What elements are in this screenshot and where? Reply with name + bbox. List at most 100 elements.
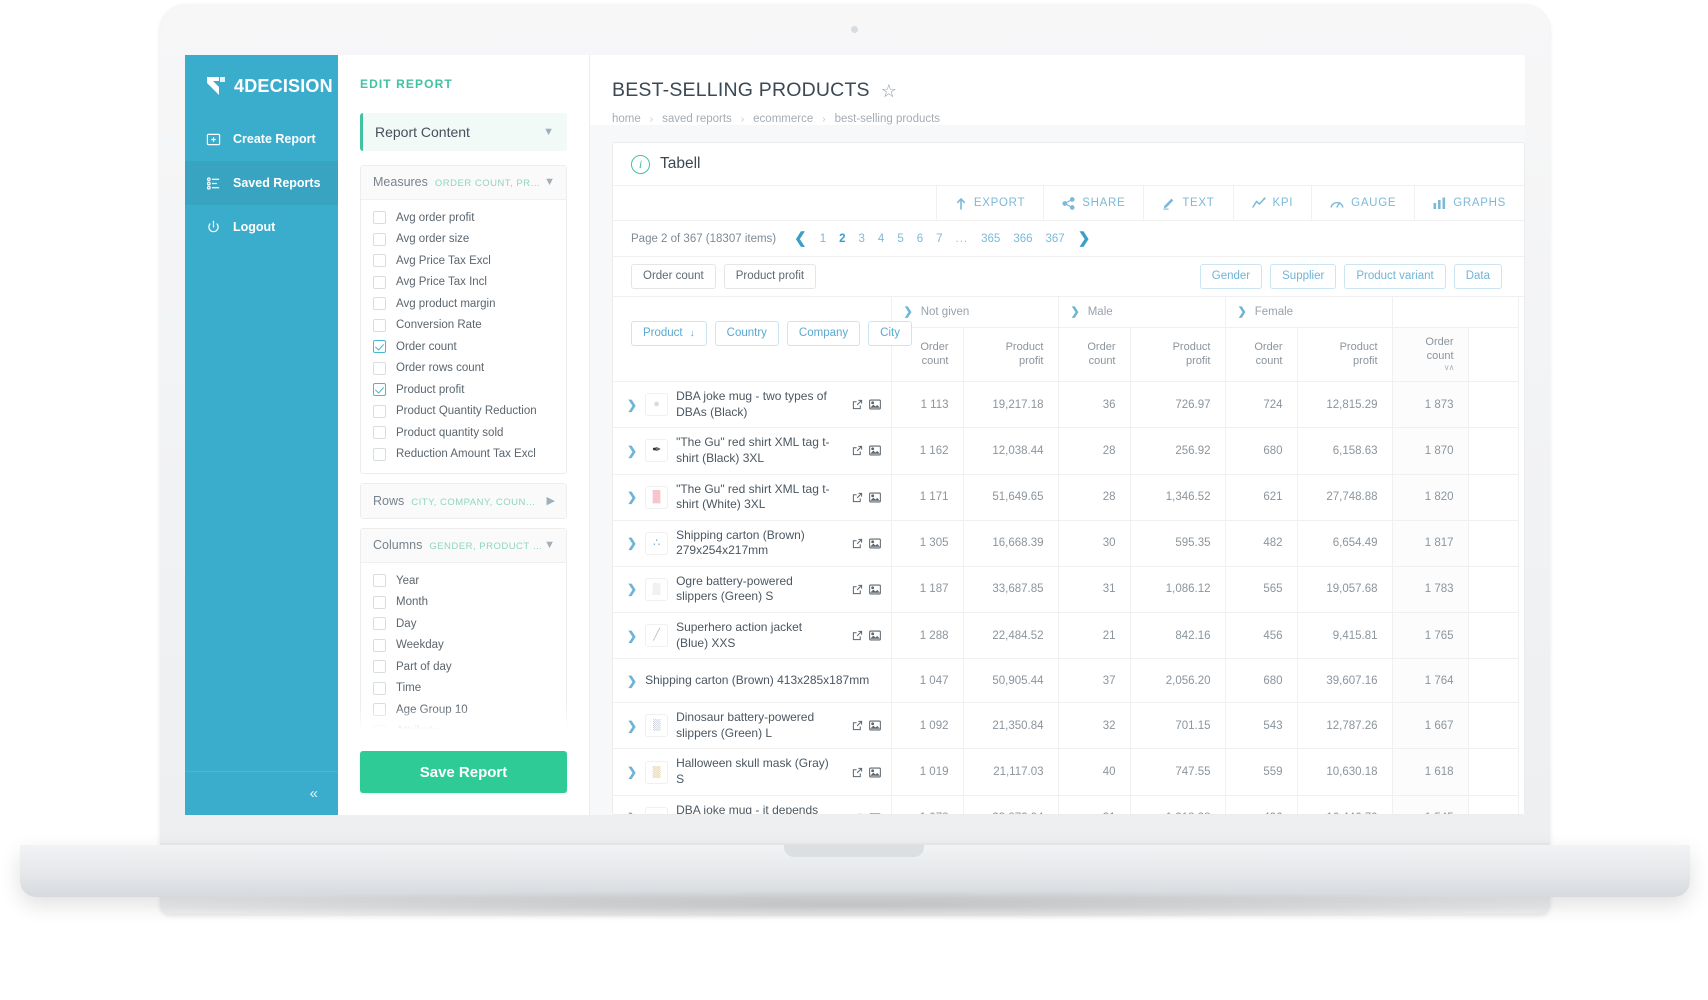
info-circle-icon[interactable]: i	[631, 154, 650, 174]
text-button[interactable]: TEXT	[1143, 186, 1232, 221]
graphs-button[interactable]: GRAPHS	[1414, 186, 1524, 221]
image-icon[interactable]	[868, 630, 881, 641]
pagination-page[interactable]: 5	[897, 233, 903, 245]
editor-scroll-area[interactable]: Report Content ▼ Measures ORDER COUNT, P…	[338, 112, 589, 737]
brand-logo[interactable]: 4DECISION	[185, 55, 338, 117]
chip-order-count[interactable]: Order count	[631, 263, 716, 289]
checkbox-icon[interactable]	[373, 404, 386, 418]
checkbox-icon[interactable]	[373, 617, 386, 631]
chip-product-profit[interactable]: Product profit	[723, 263, 817, 289]
checkbox-icon[interactable]	[373, 275, 386, 289]
chevron-right-icon[interactable]: ❯	[627, 674, 637, 688]
checkbox-row[interactable]: Age Group 10	[361, 699, 566, 721]
checkbox-icon[interactable]	[373, 211, 386, 225]
product-cell[interactable]: ❯ ╱ Superhero action jacket (Blue) XXS	[613, 612, 892, 660]
checkbox-row[interactable]: Part of day	[361, 656, 566, 678]
image-icon[interactable]	[868, 445, 881, 456]
external-link-icon[interactable]	[852, 630, 863, 641]
data-table-wrapper[interactable]: Product ↓ Country Company City ❯ Not giv…	[613, 296, 1524, 814]
row-actions[interactable]	[844, 492, 881, 503]
subheader-product-profit[interactable]: Product profit	[1297, 327, 1393, 383]
row-actions[interactable]	[844, 720, 881, 731]
checkbox-row[interactable]: Avg order profit	[361, 207, 566, 229]
image-icon[interactable]	[868, 492, 881, 503]
checkbox-row[interactable]: Product Quantity Reduction	[361, 400, 566, 422]
checkbox-icon[interactable]	[373, 297, 386, 311]
image-icon[interactable]	[868, 767, 881, 778]
chip-data[interactable]: Data	[1453, 263, 1502, 289]
table-row[interactable]: ❯ ✒ "The Gu" red shirt XML tag t-shirt (…	[613, 427, 1519, 475]
checkbox-icon[interactable]	[373, 681, 386, 695]
chevron-right-icon[interactable]: ❯	[627, 398, 637, 412]
checkbox-row[interactable]: Product quantity sold	[361, 422, 566, 444]
product-cell[interactable]: ❯ ∴ Shipping carton (Brown) 279x254x217m…	[613, 520, 892, 567]
table-row[interactable]: ❯ ● DBA joke mug - two types of DBAs (Bl…	[613, 381, 1519, 429]
pagination-page-current[interactable]: 2	[839, 233, 845, 245]
table-row[interactable]: ❯ ▒ Halloween skull mask (Gray) S 1 019 …	[613, 748, 1519, 796]
checkbox-row[interactable]: Year	[361, 570, 566, 592]
breadcrumb-item-ecommerce[interactable]: ecommerce	[753, 113, 813, 125]
star-outline-icon[interactable]: ☆	[881, 82, 897, 100]
row-actions[interactable]	[844, 584, 881, 595]
checkbox-row[interactable]: Time	[361, 677, 566, 699]
external-link-icon[interactable]	[852, 445, 863, 456]
external-link-icon[interactable]	[852, 813, 863, 814]
checkbox-icon[interactable]	[373, 703, 386, 717]
table-row[interactable]: ❯ ∴ Shipping carton (Brown) 279x254x217m…	[613, 520, 1519, 567]
chip-city-dimension[interactable]: City	[868, 320, 912, 346]
breadcrumb-item-saved-reports[interactable]: saved reports	[662, 113, 732, 125]
checkbox-icon-checked[interactable]	[373, 383, 386, 397]
pagination-page[interactable]: 4	[878, 233, 884, 245]
checkbox-icon[interactable]	[373, 574, 386, 588]
chip-gender[interactable]: Gender	[1199, 263, 1263, 289]
external-link-icon[interactable]	[852, 399, 863, 410]
chevron-right-icon[interactable]: ❯	[627, 490, 637, 504]
save-report-button[interactable]: Save Report	[360, 751, 567, 793]
chevron-right-icon[interactable]: ❯	[627, 811, 637, 814]
column-group-next[interactable]	[1392, 296, 1519, 329]
image-icon[interactable]	[868, 399, 881, 410]
product-cell[interactable]: ❯ █ "The Gu" red shirt XML tag t-shirt (…	[613, 474, 892, 521]
column-group-not-given[interactable]: ❯ Not given	[891, 296, 1059, 329]
product-cell[interactable]: ❯ ▒ Halloween skull mask (Gray) S	[613, 748, 892, 796]
table-row[interactable]: ❯ Shipping carton (Brown) 413x285x187mm …	[613, 658, 1519, 704]
product-cell[interactable]: ❯ ▒ Ogre battery-powered slippers (Green…	[613, 566, 892, 614]
checkbox-icon[interactable]	[373, 232, 386, 246]
sidebar-item-logout[interactable]: Logout	[185, 205, 338, 249]
checkbox-icon[interactable]	[373, 595, 386, 609]
checkbox-row[interactable]: Product profit	[361, 379, 566, 401]
chevron-right-icon[interactable]: ❯	[627, 765, 637, 779]
chip-product-variant[interactable]: Product variant	[1344, 263, 1446, 289]
column-group-female[interactable]: ❯ Female	[1225, 296, 1393, 329]
external-link-icon[interactable]	[852, 538, 863, 549]
table-row[interactable]: ❯ █ "The Gu" red shirt XML tag t-shirt (…	[613, 474, 1519, 521]
section-measures-header[interactable]: Measures ORDER COUNT, PRO... ▼	[361, 165, 566, 200]
pagination-next-button[interactable]: ❯	[1078, 231, 1091, 246]
product-cell[interactable]: ❯ ▮ DBA joke mug - it depends (Black)	[613, 795, 892, 814]
row-actions[interactable]	[844, 630, 881, 641]
checkbox-icon[interactable]	[373, 660, 386, 674]
product-cell[interactable]: ❯ ✒ "The Gu" red shirt XML tag t-shirt (…	[613, 427, 892, 475]
row-actions[interactable]	[844, 813, 881, 814]
sidebar-collapse-button[interactable]: «	[185, 771, 338, 815]
subheader-order-count[interactable]: Order count	[1225, 327, 1298, 383]
subheader-order-count-sorted[interactable]: Order count ∨∧	[1392, 327, 1469, 383]
chevron-right-icon[interactable]: ❯	[627, 582, 637, 596]
product-cell[interactable]: ❯ ░ Dinosaur battery-powered slippers (G…	[613, 702, 892, 750]
section-columns-header[interactable]: Columns GENDER, PRODUCT V... ▼	[361, 528, 566, 563]
checkbox-row[interactable]: Order rows count	[361, 357, 566, 379]
checkbox-row[interactable]: Conversion Rate	[361, 314, 566, 336]
image-icon[interactable]	[868, 538, 881, 549]
pagination-page[interactable]: 7	[936, 233, 942, 245]
chip-supplier[interactable]: Supplier	[1270, 263, 1337, 289]
image-icon[interactable]	[868, 720, 881, 731]
chevron-right-icon[interactable]: ❯	[627, 444, 637, 458]
checkbox-row[interactable]: Avg Price Tax Excl	[361, 250, 566, 272]
chip-country-dimension[interactable]: Country	[714, 320, 779, 346]
row-actions[interactable]	[844, 538, 881, 549]
sidebar-item-saved-reports[interactable]: Saved Reports	[185, 161, 338, 205]
external-link-icon[interactable]	[852, 492, 863, 503]
chevron-right-icon[interactable]: ❯	[627, 629, 637, 643]
checkbox-icon-checked[interactable]	[373, 340, 386, 354]
pagination-page[interactable]: 367	[1046, 233, 1065, 245]
